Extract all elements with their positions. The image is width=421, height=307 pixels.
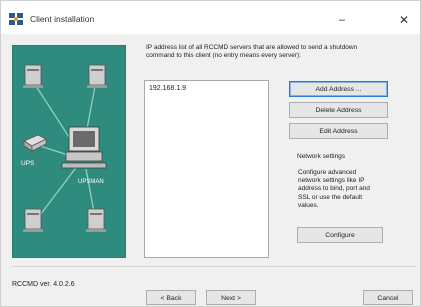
add-address-button[interactable]: Add Address ... bbox=[289, 81, 388, 97]
server-icon bbox=[23, 208, 43, 232]
installer-window: Client installation – ✕ UPS UPSMAN IP ad… bbox=[0, 0, 421, 307]
version-label: RCCMD ver. 4.0.2.6 bbox=[12, 281, 75, 288]
close-button[interactable]: ✕ bbox=[389, 9, 419, 31]
list-item[interactable]: 192.168.1.9 bbox=[149, 85, 186, 92]
server-icon bbox=[87, 64, 107, 88]
cancel-button[interactable]: Cancel bbox=[363, 290, 413, 305]
ups-label: UPS bbox=[21, 160, 35, 167]
title-bar: Client installation – ✕ bbox=[1, 1, 420, 34]
divider bbox=[11, 266, 417, 267]
address-listbox[interactable]: 192.168.1.9 bbox=[144, 80, 269, 258]
edit-address-button[interactable]: Edit Address bbox=[289, 123, 388, 139]
network-settings-label: Network settings bbox=[297, 153, 346, 160]
upsman-label: UPSMAN bbox=[78, 179, 104, 185]
server-icon bbox=[23, 64, 43, 88]
app-icon bbox=[9, 13, 23, 25]
back-button[interactable]: < Back bbox=[146, 290, 196, 305]
server-icon bbox=[86, 208, 106, 232]
network-diagram-graphic: UPS UPSMAN bbox=[12, 45, 126, 258]
instruction-text: IP address list of all RCCMD servers tha… bbox=[146, 44, 358, 60]
delete-address-button[interactable]: Delete Address bbox=[289, 102, 388, 118]
next-button[interactable]: Next > bbox=[206, 290, 256, 305]
window-title: Client installation bbox=[30, 14, 95, 24]
minimize-button[interactable]: – bbox=[327, 9, 357, 31]
network-settings-description: Configure advanced network settings like… bbox=[298, 169, 370, 209]
configure-button[interactable]: Configure bbox=[297, 227, 383, 243]
